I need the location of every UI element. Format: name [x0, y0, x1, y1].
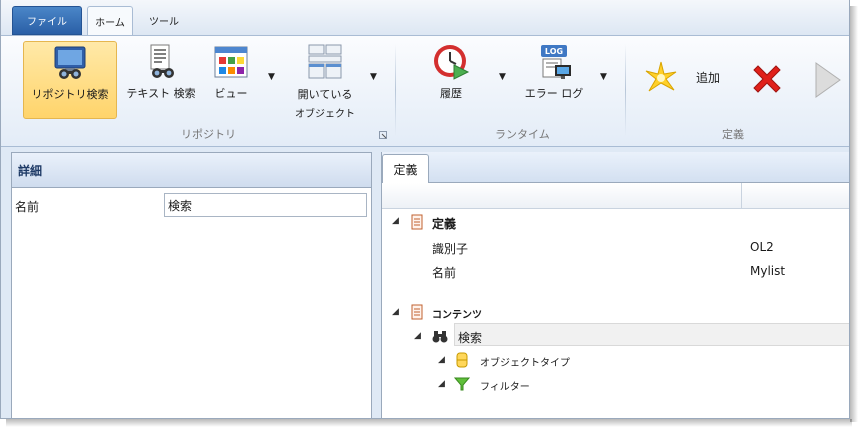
group-label-runtime: ランタイム: [495, 128, 550, 141]
definition-section-title: 定義: [432, 217, 457, 231]
text-search-button[interactable]: テキスト 検索: [125, 41, 197, 119]
binoculars-icon: [432, 331, 448, 343]
name-row-value: Mylist: [750, 264, 786, 278]
grid-header: [382, 183, 849, 209]
error-log-icon: LOG: [541, 45, 571, 79]
expand-toggle-icon[interactable]: ◢: [438, 355, 445, 365]
delete-button[interactable]: [745, 58, 789, 102]
definition-tab-bar: 定義: [382, 152, 849, 183]
application-window: ファイル ホーム ツール リポジトリ検索 テキスト 検索 ビュー ▼ 開いている…: [0, 0, 850, 419]
details-panel: 詳細 名前: [11, 152, 372, 418]
add-star-icon: [645, 61, 677, 92]
history-label: 履歴: [440, 87, 462, 100]
search-node-row[interactable]: [454, 323, 849, 346]
repository-search-icon: [54, 46, 86, 79]
error-log-button[interactable]: LOG エラー ログ: [523, 41, 585, 119]
ribbon-separator: [395, 44, 396, 136]
open-objects-label: 開いている オブジェクト: [287, 85, 363, 125]
identifier-value: OL2: [750, 240, 774, 254]
log-badge-text: LOG: [545, 47, 563, 56]
tab-tools[interactable]: ツール: [141, 6, 187, 35]
open-objects-label-line1: 開いている: [297, 88, 353, 101]
view-dropdown-arrow[interactable]: ▼: [268, 72, 275, 82]
error-log-dropdown-arrow[interactable]: ▼: [600, 72, 607, 82]
view-button[interactable]: ビュー: [205, 41, 257, 119]
ribbon: リポジトリ検索 テキスト 検索 ビュー ▼ 開いている オブジェクト ▼ リポジ…: [1, 35, 849, 147]
expand-toggle-icon[interactable]: ◢: [392, 216, 399, 226]
view-layout-icon: [214, 46, 248, 78]
error-log-label: エラー ログ: [524, 87, 584, 100]
object-type-node-label: オブジェクトタイプ: [480, 358, 570, 369]
delete-x-icon: [753, 65, 781, 93]
definition-panel: 定義 ◢ 定義 識別子 OL2 名前 Mylist ◢ コンテンツ ◢ 検索 ◢…: [381, 152, 849, 418]
name-input[interactable]: [164, 193, 367, 217]
dialog-launcher-icon[interactable]: [379, 131, 387, 139]
panel-splitter[interactable]: [372, 152, 381, 418]
run-button[interactable]: [807, 58, 849, 102]
open-objects-button[interactable]: 開いている オブジェクト: [287, 41, 363, 120]
tab-home[interactable]: ホーム: [87, 6, 133, 35]
ribbon-separator: [625, 44, 626, 136]
window-shadow: [6, 419, 852, 427]
play-icon: [815, 62, 841, 98]
history-clock-icon: [434, 45, 470, 80]
filter-node-label: フィルター: [480, 382, 530, 393]
name-label: 名前: [15, 200, 40, 214]
column-divider[interactable]: [741, 183, 742, 209]
contents-document-icon: [411, 304, 423, 320]
group-label-repository: リポジトリ: [181, 128, 236, 141]
identifier-label: 識別子: [432, 242, 469, 256]
details-header: 詳細: [12, 153, 371, 188]
view-label: ビュー: [214, 87, 248, 100]
ribbon-tab-strip: ファイル ホーム ツール: [1, 0, 849, 35]
open-objects-label-line2: オブジェクト: [295, 109, 355, 120]
open-objects-icon: [308, 44, 342, 79]
definition-document-icon: [411, 214, 423, 230]
group-label-definition: 定義: [722, 128, 744, 141]
name-row-label: 名前: [432, 266, 457, 280]
search-node-label: 検索: [458, 331, 483, 345]
object-type-icon: [456, 352, 468, 368]
tab-file[interactable]: ファイル: [12, 6, 82, 35]
contents-section-title: コンテンツ: [432, 310, 482, 321]
text-search-label: テキスト 検索: [126, 87, 196, 100]
add-label: 追加: [696, 71, 721, 85]
expand-toggle-icon[interactable]: ◢: [392, 307, 399, 317]
repository-search-button[interactable]: リポジトリ検索: [23, 41, 117, 119]
history-dropdown-arrow[interactable]: ▼: [499, 72, 506, 82]
window-shadow: [850, 6, 858, 422]
repository-search-label: リポジトリ検索: [31, 88, 109, 101]
add-button[interactable]: 追加: [641, 58, 731, 98]
expand-toggle-icon[interactable]: ◢: [438, 379, 445, 389]
open-objects-dropdown-arrow[interactable]: ▼: [370, 72, 377, 82]
expand-toggle-icon[interactable]: ◢: [414, 331, 421, 341]
tab-definition[interactable]: 定義: [382, 154, 429, 183]
filter-funnel-icon: [454, 377, 470, 391]
text-search-icon: [150, 44, 174, 78]
history-button[interactable]: 履歴: [425, 41, 477, 119]
